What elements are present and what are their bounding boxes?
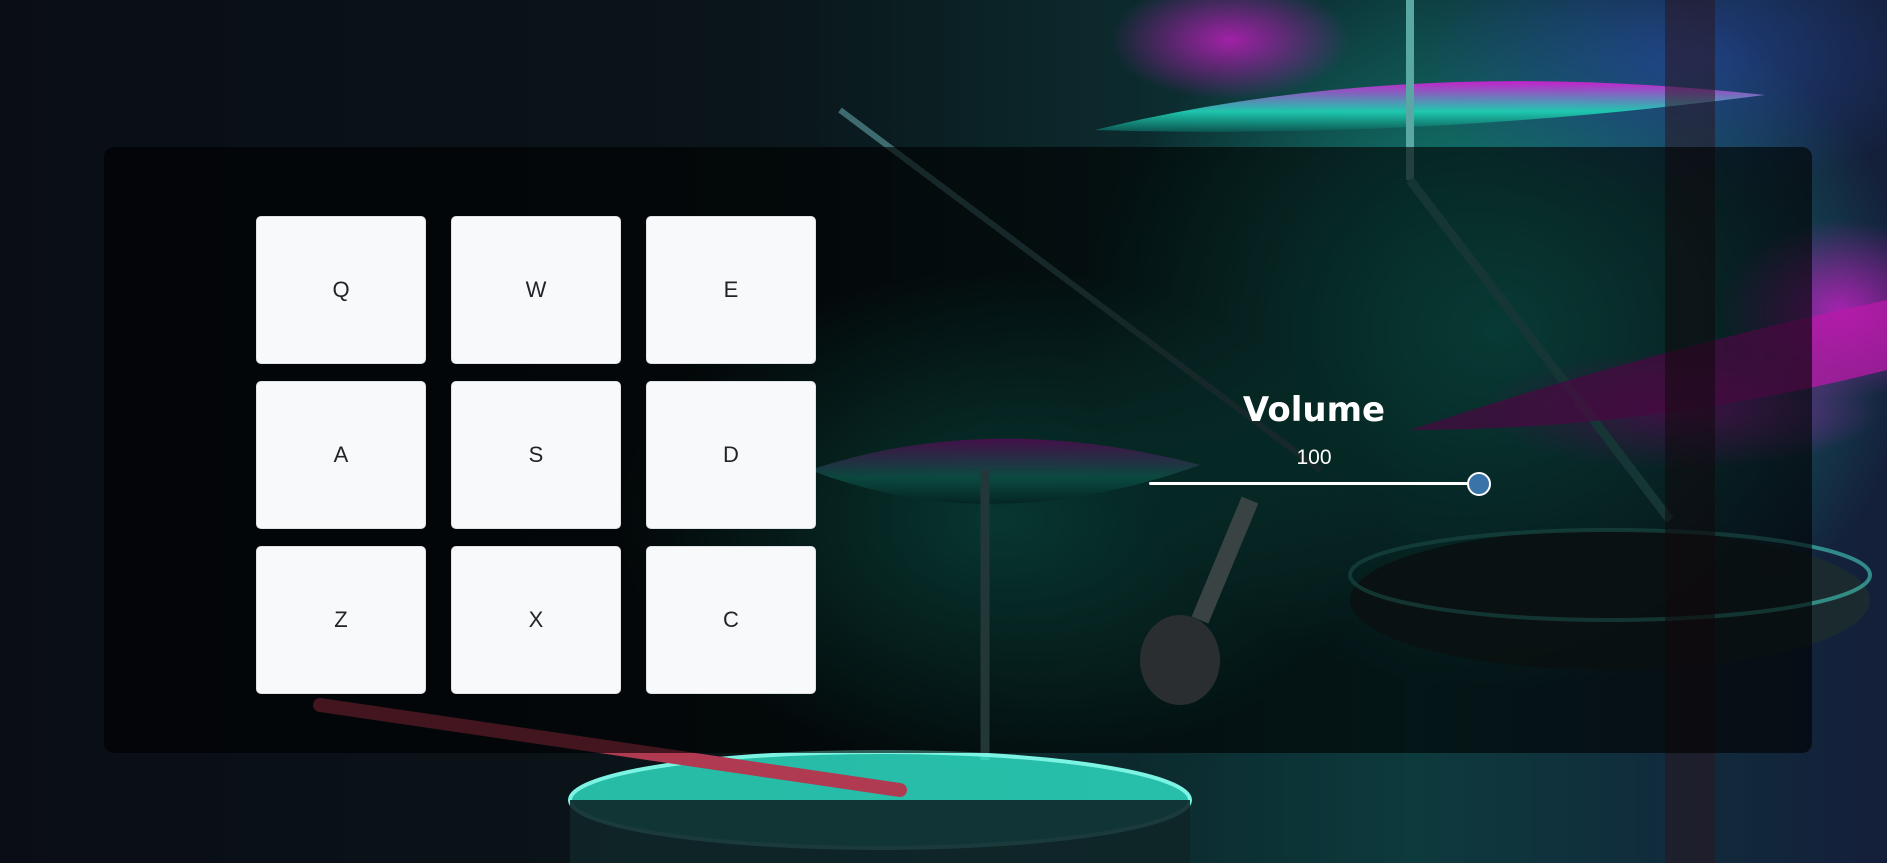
volume-value: 100 (1296, 446, 1332, 469)
drum-pad-a[interactable]: A (256, 381, 426, 529)
volume-title: Volume (1242, 390, 1386, 430)
volume-slider[interactable] (1149, 472, 1491, 496)
drum-pad-s[interactable]: S (451, 381, 621, 529)
drum-pad-e[interactable]: E (646, 216, 816, 364)
drum-pad-w[interactable]: W (451, 216, 621, 364)
drum-pad-q[interactable]: Q (256, 216, 426, 364)
drum-pad-d[interactable]: D (646, 381, 816, 529)
drum-pad-grid: Q W E A S D Z X C (256, 216, 821, 694)
drum-pad-z[interactable]: Z (256, 546, 426, 694)
drum-machine-panel: Q W E A S D Z X C Volume 100 (104, 147, 1812, 753)
drum-pad-c[interactable]: C (646, 546, 816, 694)
volume-control: Volume 100 (1149, 390, 1491, 496)
drum-pad-x[interactable]: X (451, 546, 621, 694)
volume-slider-thumb[interactable] (1467, 472, 1491, 496)
